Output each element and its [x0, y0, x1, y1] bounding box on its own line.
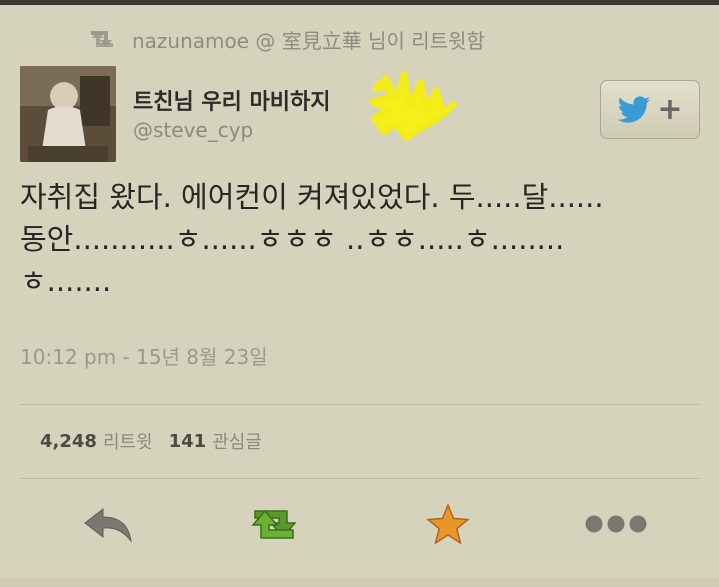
retweet-notice-text: nazunamoe @ 室見立華 님이 리트윗함 [132, 28, 485, 53]
top-bar [0, 0, 719, 5]
tweet-text: 자취집 왔다. 에어컨이 켜져있었다. 두.....달...... 동안....… [20, 180, 604, 298]
twitter-bird-icon [618, 95, 651, 123]
redaction-scribble [369, 71, 457, 141]
author-name[interactable]: 트친님 우리 마비하지 [133, 84, 330, 116]
more-icon [585, 515, 647, 533]
likes-label[interactable]: 관심글 [212, 428, 262, 454]
divider [20, 478, 699, 479]
bottom-border [0, 578, 719, 587]
likes-count[interactable]: 141 [169, 431, 207, 452]
retweets-label[interactable]: 리트윗 [103, 428, 153, 454]
follow-plus: + [657, 91, 683, 127]
retweet-notice: nazunamoe @ 室見立華 님이 리트윗함 [88, 24, 485, 54]
author-handle[interactable]: @steve_cyp [133, 118, 253, 142]
reply-icon [84, 507, 132, 543]
follow-button[interactable]: + [600, 80, 700, 139]
avatar-image [20, 66, 116, 162]
retweet-icon [251, 509, 297, 539]
favorite-button[interactable] [410, 496, 486, 552]
tweet-actions [0, 496, 719, 552]
reply-button[interactable] [70, 496, 146, 552]
retweet-button[interactable] [240, 496, 316, 552]
divider [20, 404, 699, 405]
star-icon [426, 503, 470, 545]
avatar[interactable] [20, 66, 116, 162]
retweets-count[interactable]: 4,248 [40, 431, 97, 452]
more-button[interactable] [578, 496, 654, 552]
tweet-stats: 4,248 리트윗 141 관심글 [40, 428, 262, 454]
retweet-icon [91, 31, 113, 47]
tweet-timestamp[interactable]: 10:12 pm - 15년 8월 23일 [20, 341, 268, 370]
